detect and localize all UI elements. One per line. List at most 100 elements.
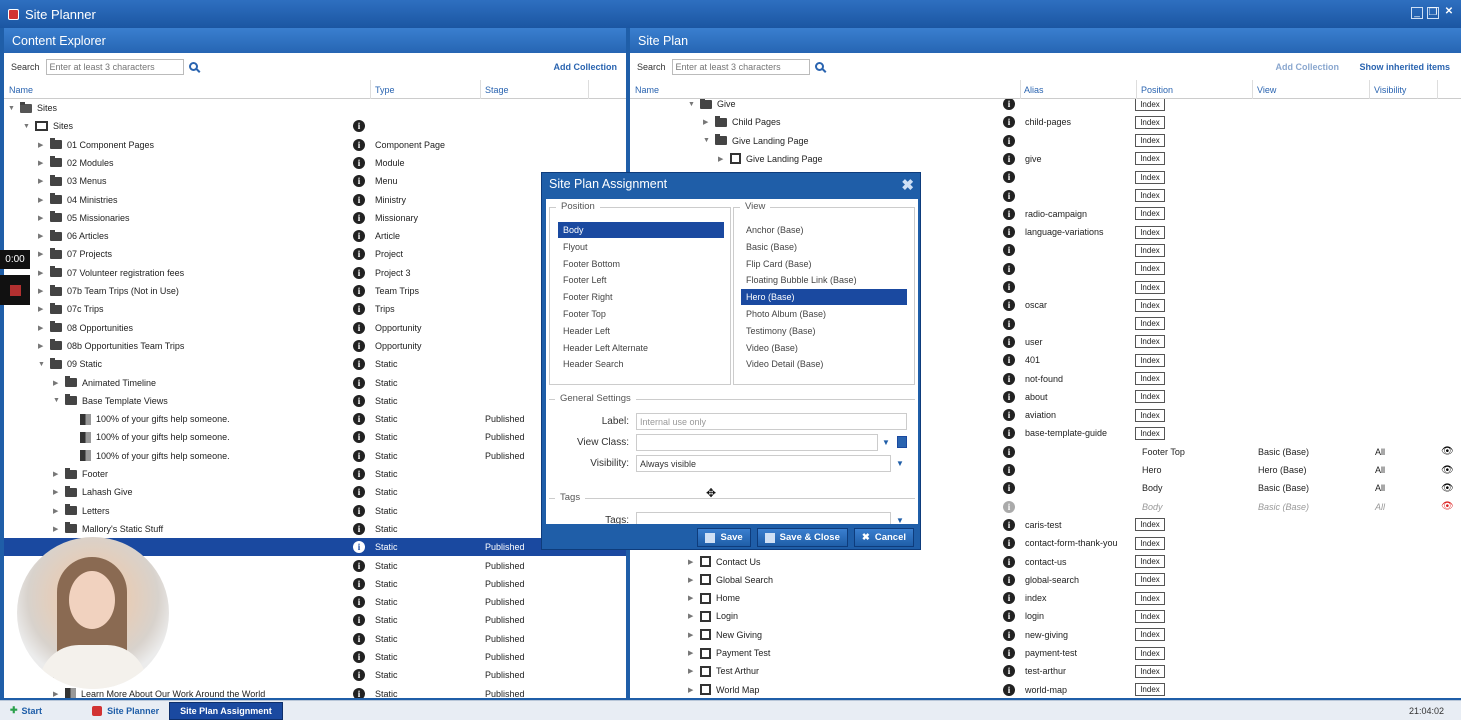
info-icon[interactable]: i [353,230,365,243]
position-option[interactable]: Footer Right [558,289,724,305]
tree-row[interactable]: 100% of your gifts help someone. i Static P… [4,447,626,465]
index-button[interactable]: Index [1135,408,1165,422]
index-button[interactable]: Index [1135,518,1165,532]
tree-row[interactable]: ▶ Animated Timeline i Static [4,374,626,392]
chevron-down-icon[interactable]: ▼ [896,459,904,468]
info-icon[interactable]: i [1003,317,1015,330]
cancel-button[interactable]: ✖ Cancel [853,528,914,547]
info-icon[interactable]: i [353,449,365,462]
info-icon[interactable]: i [353,120,365,133]
expand-arrow-icon[interactable]: ▶ [688,649,695,657]
index-button[interactable]: Index [1135,628,1165,642]
tree-row[interactable]: ▶ Lahash Give i Static [4,483,626,501]
info-icon[interactable]: i [1003,116,1015,129]
expand-arrow-icon[interactable]: ▶ [53,525,60,533]
info-icon[interactable]: i [353,394,365,407]
expand-arrow-icon[interactable]: ▶ [38,305,45,313]
info-icon[interactable]: i [353,522,365,535]
expand-arrow-icon[interactable]: ▶ [53,507,60,515]
info-icon[interactable]: i [353,596,365,609]
column-alias[interactable]: Alias [1024,85,1044,95]
collapse-arrow-icon[interactable]: ▼ [688,101,695,108]
style-picker-icon[interactable] [897,436,907,448]
info-icon[interactable]: i [353,504,365,517]
search-icon[interactable] [814,62,824,71]
index-button[interactable]: Index [1135,280,1165,294]
info-icon[interactable]: i [353,156,365,169]
expand-arrow-icon[interactable]: ▶ [688,612,695,620]
tree-row[interactable]: ▶ 03 Menus i Menu [4,172,626,190]
tree-row[interactable]: ▶ 07c Trips i Trips [4,300,626,318]
index-button[interactable]: Index [1135,536,1165,550]
restore-icon[interactable]: ❐ [1427,7,1439,19]
search-input[interactable] [671,58,810,75]
info-icon[interactable]: i [353,559,365,572]
stop-recording-button[interactable] [0,275,30,305]
tree-row[interactable]: ▶ New Giving i new-giving Index [630,626,1461,644]
tree-row[interactable]: ▶ Footer i Static [4,465,626,483]
info-icon[interactable]: i [353,614,365,627]
column-visibility[interactable]: Visibility [1374,85,1406,95]
tree-row[interactable]: ▶ Child Pages i child-pages Index [630,113,1461,131]
index-button[interactable]: Index [1135,353,1165,367]
tree-row[interactable]: ▼ 09 Static i Static [4,355,626,373]
info-icon[interactable]: i [1003,299,1015,312]
column-position[interactable]: Position [1141,85,1173,95]
info-icon[interactable]: i [353,339,365,352]
expand-arrow-icon[interactable]: ▶ [688,631,695,639]
info-icon[interactable]: i [353,687,365,698]
tree-row[interactable]: ▼ Sites i [4,117,626,135]
position-option[interactable]: Header Search [558,356,724,372]
index-button[interactable]: Index [1135,134,1165,148]
view-option[interactable]: Hero (Base) [741,289,907,306]
info-icon[interactable]: i [353,138,365,151]
info-icon[interactable]: i [1003,152,1015,165]
view-class-input[interactable] [636,434,878,451]
tree-row[interactable]: ▶ Give Landing Page i give Index [630,150,1461,168]
expand-arrow-icon[interactable]: ▶ [38,250,45,258]
position-option[interactable]: Footer Left [558,272,724,288]
info-icon[interactable]: i [353,358,365,371]
info-icon[interactable]: i [1003,427,1015,440]
index-button[interactable]: Index [1135,243,1165,257]
info-icon[interactable]: i [353,413,365,426]
position-option[interactable]: Footer Bottom [558,256,724,272]
tree-row[interactable]: ▶ 06 Articles i Article [4,227,626,245]
info-icon[interactable]: i [1003,537,1015,550]
show-inherited-items-link[interactable]: Show inherited items [1359,62,1450,72]
index-button[interactable]: Index [1135,99,1165,111]
info-icon[interactable]: i [353,577,365,590]
expand-arrow-icon[interactable]: ▶ [38,177,45,185]
expand-arrow-icon[interactable]: ▶ [53,690,60,698]
collapse-arrow-icon[interactable]: ▼ [23,123,30,130]
tree-row[interactable]: ▶ Login i login Index [630,607,1461,625]
tree-row[interactable]: ▼ Sites [4,99,626,117]
info-icon[interactable]: i [1003,518,1015,531]
index-button[interactable]: Index [1135,262,1165,276]
info-icon[interactable]: i [353,175,365,188]
index-button[interactable]: Index [1135,298,1165,312]
chevron-down-icon[interactable]: ▼ [882,438,890,447]
expand-arrow-icon[interactable]: ▶ [53,488,60,496]
info-icon[interactable]: i [1003,409,1015,422]
expand-arrow-icon[interactable]: ▶ [38,232,45,240]
column-type[interactable]: Type [375,85,395,95]
index-button[interactable]: Index [1135,555,1165,568]
info-icon[interactable]: i [1003,555,1015,568]
view-option[interactable]: Video Detail (Base) [741,356,907,372]
column-name[interactable]: Name [635,85,659,95]
info-icon[interactable]: i [1003,207,1015,220]
info-icon[interactable]: i [1003,647,1015,659]
tree-row[interactable]: ▶ 08 Opportunities i Opportunity [4,319,626,337]
tree-row[interactable]: ▶ 07 Projects i Project [4,245,626,263]
info-icon[interactable]: i [353,285,365,297]
taskbar-item-site-planner[interactable]: Site Planner [82,702,169,720]
info-icon[interactable]: i [1003,134,1015,147]
chevron-down-icon[interactable]: ▼ [896,516,904,524]
index-button[interactable]: Index [1135,115,1165,129]
info-icon[interactable]: i [1003,445,1015,458]
info-icon[interactable]: i [353,541,365,554]
position-option[interactable]: Footer Top [558,306,724,322]
info-icon[interactable]: i [1003,281,1015,293]
tree-row[interactable]: ▶ Test Arthur i test-arthur Index [630,662,1461,680]
